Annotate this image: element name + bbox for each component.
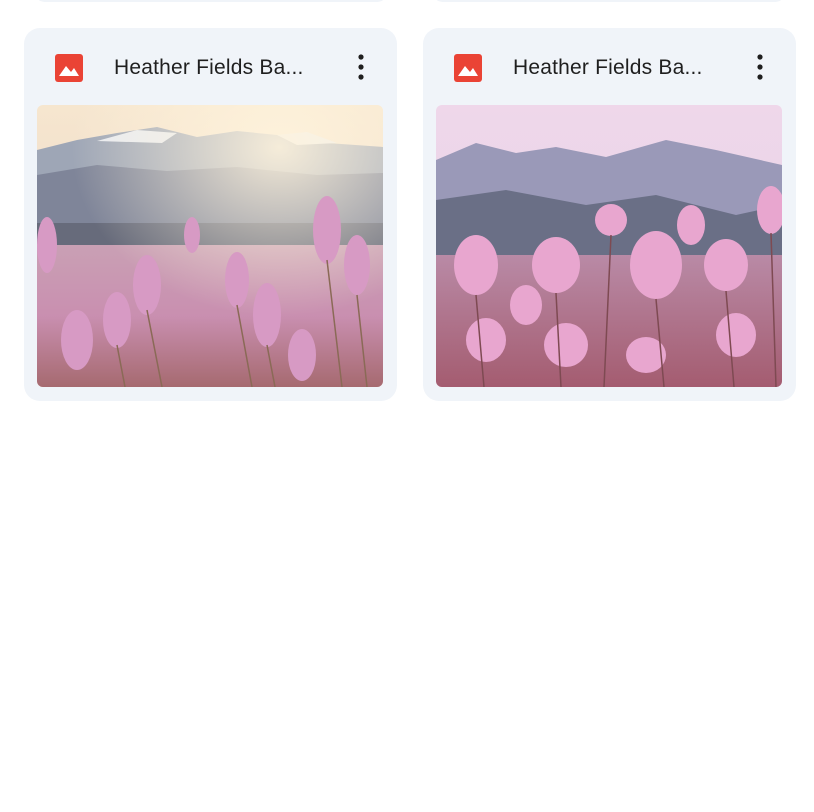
- more-options-icon[interactable]: [345, 49, 377, 85]
- previous-file-card[interactable]: [432, 0, 786, 2]
- image-file-icon: [55, 54, 83, 82]
- more-options-icon[interactable]: [744, 49, 776, 85]
- heather-field-image: [436, 105, 782, 387]
- file-thumbnail[interactable]: [436, 105, 782, 387]
- file-name[interactable]: Heather Fields Ba...: [114, 54, 334, 82]
- previous-file-card[interactable]: [34, 0, 388, 2]
- file-card-header: Heather Fields Ba...: [24, 28, 397, 106]
- file-thumbnail[interactable]: [37, 105, 383, 387]
- image-file-icon: [454, 54, 482, 82]
- heather-field-image: [37, 105, 383, 387]
- file-name[interactable]: Heather Fields Ba...: [513, 54, 733, 82]
- file-card[interactable]: Heather Fields Ba...: [423, 28, 796, 401]
- file-card-header: Heather Fields Ba...: [423, 28, 796, 106]
- file-card[interactable]: Heather Fields Ba...: [24, 28, 397, 401]
